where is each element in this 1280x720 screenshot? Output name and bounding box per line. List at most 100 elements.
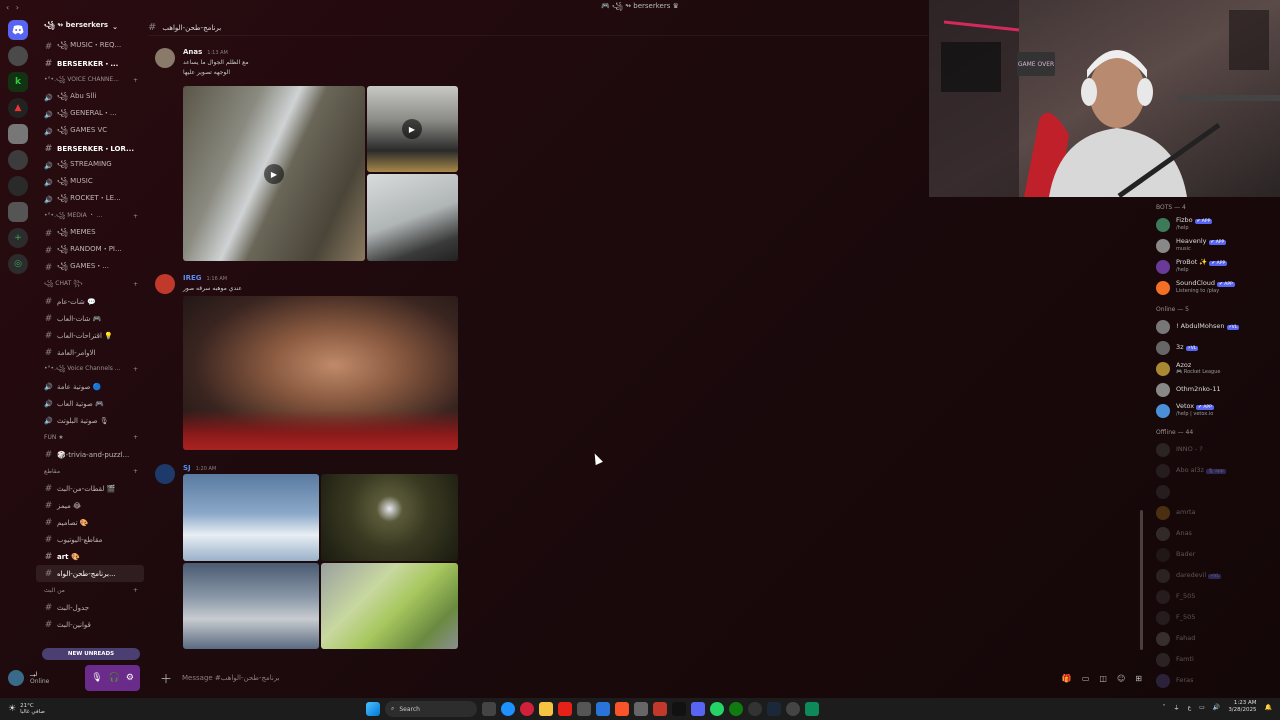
app-icon[interactable] — [634, 702, 648, 716]
member-item[interactable]: amrta — [1148, 502, 1278, 523]
notification-icon[interactable]: 🔔 — [1265, 704, 1272, 711]
xbox-icon[interactable] — [729, 702, 743, 716]
edge-icon[interactable] — [501, 702, 515, 716]
channel-category[interactable]: ꧁ CHAT ꧂ + — [36, 276, 144, 293]
text-channel[interactable]: # ꧁ MUSIC・REQ... — [36, 38, 144, 55]
member-item[interactable]: Azoz 🎮 Rocket League — [1148, 358, 1278, 379]
member-item[interactable]: Feras — [1148, 670, 1278, 691]
member-item[interactable]: Fahad — [1148, 628, 1278, 649]
text-channel[interactable]: # شات-عام 💬 — [36, 293, 144, 310]
emoji-icon[interactable]: ☺ — [1117, 674, 1125, 683]
member-item[interactable]: Othm2nko-11 — [1148, 379, 1278, 400]
member-item[interactable]: Anas — [1148, 523, 1278, 544]
app-icon[interactable] — [577, 702, 591, 716]
app-icon[interactable] — [653, 702, 667, 716]
gear-icon[interactable]: ⚙ — [126, 673, 134, 683]
voice-channel[interactable]: 🔊 ꧁ STREAMING — [36, 157, 144, 174]
app-icon[interactable] — [805, 702, 819, 716]
volume-icon[interactable]: 🔊 — [1213, 704, 1220, 711]
channel-category[interactable]: FUN ★ + — [36, 429, 144, 446]
add-channel-icon[interactable]: + — [133, 77, 138, 84]
member-item[interactable]: Vetox ✔ APP/help | vetox.io — [1148, 400, 1278, 421]
home-icon[interactable] — [8, 20, 28, 40]
new-unreads-pill[interactable]: NEW UNREADS — [42, 648, 140, 660]
text-channel[interactable]: # BERSERKER・... — [36, 55, 144, 72]
text-channel[interactable]: # 🎲-trivia-and-puzzl... — [36, 446, 144, 463]
text-channel[interactable]: # ꧁ RANDOM・PI... — [36, 242, 144, 259]
server-icon[interactable] — [8, 46, 28, 66]
channel-category[interactable]: •°•.꧁ Voice Channels ... + — [36, 361, 144, 378]
windows-start-icon[interactable] — [366, 702, 380, 716]
member-item[interactable]: daredevil ⚡VL — [1148, 565, 1278, 586]
play-icon[interactable]: ▶ — [402, 119, 422, 139]
channel-category[interactable]: من البث + — [36, 582, 144, 599]
member-item[interactable]: ! AbdulMohsen ⚡VL — [1148, 316, 1278, 337]
voice-channel[interactable]: 🔊 ꧁ Abu Slli — [36, 89, 144, 106]
text-channel[interactable]: # شات-العاب 🎮 — [36, 310, 144, 327]
add-attachment-icon[interactable]: ＋ — [160, 670, 172, 687]
app-icon[interactable] — [596, 702, 610, 716]
usb-icon[interactable]: ⏚ — [1174, 703, 1180, 712]
composer-placeholder[interactable]: Message #برنامج-طحن-الواهب — [182, 674, 280, 682]
text-channel[interactable]: # قوانين-البث — [36, 616, 144, 633]
image-attachment[interactable] — [321, 474, 458, 561]
image-attachment[interactable] — [367, 174, 458, 261]
avatar[interactable] — [8, 670, 24, 686]
add-channel-icon[interactable]: + — [133, 434, 138, 441]
server-icon[interactable] — [8, 202, 28, 222]
add-server-icon[interactable]: + — [8, 228, 28, 248]
channel-category[interactable]: مقاطع + — [36, 463, 144, 480]
gif-icon[interactable]: ▭ — [1082, 674, 1090, 683]
network-icon[interactable]: ▭ — [1199, 704, 1205, 711]
text-channel[interactable]: # تصاميم 🎨 — [36, 514, 144, 531]
chevron-up-icon[interactable]: ˄ — [1163, 704, 1166, 711]
member-item[interactable]: 3z ⚡VL — [1148, 337, 1278, 358]
member-item[interactable]: F_505 — [1148, 586, 1278, 607]
chatgpt-icon[interactable] — [748, 702, 762, 716]
server-icon[interactable] — [8, 176, 28, 196]
task-view-icon[interactable] — [482, 702, 496, 716]
text-channel[interactable]: # ميمز 😂 — [36, 497, 144, 514]
avatar[interactable] — [155, 274, 175, 294]
text-channel[interactable]: # ꧁ GAMES・... — [36, 259, 144, 276]
sticker-icon[interactable]: ◫ — [1099, 674, 1107, 683]
voice-channel[interactable]: 🔊 ꧁ GENERAL・... — [36, 106, 144, 123]
member-item[interactable]: Famti — [1148, 649, 1278, 670]
whatsapp-icon[interactable] — [710, 702, 724, 716]
message-author[interactable]: IREG — [183, 274, 202, 282]
message-author[interactable]: Anas — [183, 48, 202, 56]
video-attachment[interactable]: ▶ — [183, 86, 365, 261]
member-item[interactable]: SoundCloud ✔ APP Listening to /play — [1148, 277, 1278, 298]
text-channel[interactable]: # ꧁ MEMES — [36, 225, 144, 242]
brave-icon[interactable] — [615, 702, 629, 716]
history-nav[interactable]: ‹ › — [6, 3, 21, 12]
voice-channel[interactable]: 🔊 صوتية عامة 🔵 — [36, 378, 144, 395]
member-scrollbar[interactable] — [1140, 510, 1143, 650]
image-attachment[interactable] — [321, 563, 458, 649]
steam-icon[interactable] — [767, 702, 781, 716]
channel-category[interactable]: •°•.꧁ MEDIA ・ ... + — [36, 208, 144, 225]
weather-widget[interactable]: ☀ 21°C صافي غالبا — [0, 703, 45, 715]
discord-icon[interactable] — [691, 702, 705, 716]
member-item[interactable]: F_505 — [1148, 607, 1278, 628]
server-header[interactable]: ꧁ ↬ berserkers ⌄ — [36, 16, 144, 38]
text-channel[interactable]: # برنامج-طحن-الواه... — [36, 565, 144, 582]
server-icon[interactable] — [8, 150, 28, 170]
image-attachment[interactable] — [183, 296, 458, 450]
taskbar-search[interactable]: ⌕ Search — [385, 701, 477, 717]
text-channel[interactable]: # الاوامر-العامة — [36, 344, 144, 361]
gift-icon[interactable]: 🎁 — [1062, 674, 1072, 683]
play-icon[interactable]: ▶ — [264, 164, 284, 184]
member-item[interactable]: INNO - ? — [1148, 439, 1278, 460]
video-attachment[interactable]: ▶ — [367, 86, 458, 172]
add-channel-icon[interactable]: + — [133, 468, 138, 475]
server-icon[interactable]: k — [8, 72, 28, 92]
text-channel[interactable]: # مقاطع-اليوتيوب — [36, 531, 144, 548]
server-icon[interactable]: ▲ — [8, 98, 28, 118]
folder-icon[interactable] — [539, 702, 553, 716]
voice-channel[interactable]: 🔊 صوتية العاب 🎮 — [36, 395, 144, 412]
microphone-icon[interactable]: 🎙 — [91, 673, 102, 683]
voice-channel[interactable]: 🔊 ꧁ MUSIC — [36, 174, 144, 191]
clock[interactable]: 1:23 AM 3/28/2025 — [1228, 700, 1256, 714]
discover-icon[interactable]: ◎ — [8, 254, 28, 274]
